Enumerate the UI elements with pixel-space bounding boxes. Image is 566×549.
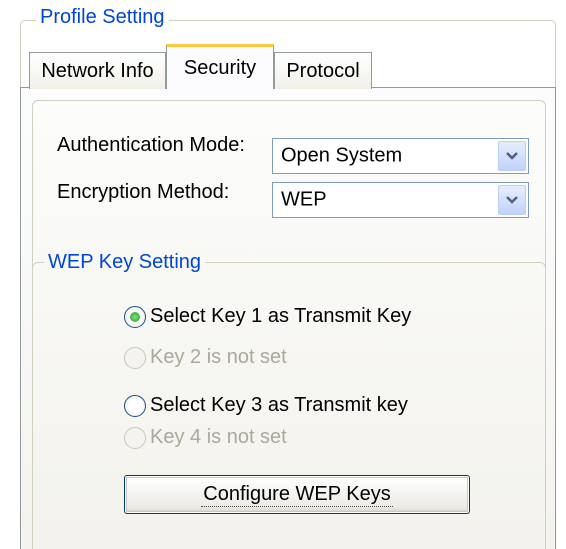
key4-label: Key 4 is not set (150, 426, 287, 448)
encryption-method-label: Encryption Method: (57, 181, 230, 203)
chevron-down-icon[interactable] (498, 185, 526, 215)
key2-label: Key 2 is not set (150, 346, 287, 368)
radio-checked-icon[interactable] (124, 305, 146, 328)
encryption-method-select[interactable]: WEP (272, 182, 529, 218)
radio-unchecked-icon (124, 346, 146, 369)
radio-unchecked-icon (124, 426, 146, 449)
authentication-mode-label: Authentication Mode: (57, 134, 245, 156)
key4-radio-option: Key 4 is not set (124, 426, 287, 449)
tab-security[interactable]: Security (166, 44, 274, 89)
key1-radio-option[interactable]: Select Key 1 as Transmit Key (124, 305, 411, 328)
tab-security-label: Security (183, 57, 257, 79)
key2-radio-option: Key 2 is not set (124, 346, 287, 369)
key3-label: Select Key 3 as Transmit key (150, 394, 408, 416)
profile-setting-title: Profile Setting (36, 6, 169, 29)
wep-key-setting-title: WEP Key Setting (44, 251, 206, 274)
key3-radio-option[interactable]: Select Key 3 as Transmit key (124, 394, 408, 417)
chevron-down-icon[interactable] (498, 141, 526, 171)
key1-label: Select Key 1 as Transmit Key (150, 305, 412, 327)
tab-protocol[interactable]: Protocol (274, 52, 372, 89)
radio-unchecked-icon[interactable] (124, 394, 146, 417)
encryption-method-value: WEP (281, 188, 327, 211)
tab-network-info[interactable]: Network Info (29, 52, 166, 89)
authentication-mode-value: Open System (281, 144, 403, 167)
configure-wep-keys-label: Configure WEP Keys (201, 482, 393, 507)
configure-wep-keys-button[interactable]: Configure WEP Keys (124, 475, 470, 514)
tab-protocol-label: Protocol (286, 60, 360, 82)
tab-network-info-label: Network Info (41, 60, 154, 82)
authentication-mode-select[interactable]: Open System (272, 138, 529, 174)
